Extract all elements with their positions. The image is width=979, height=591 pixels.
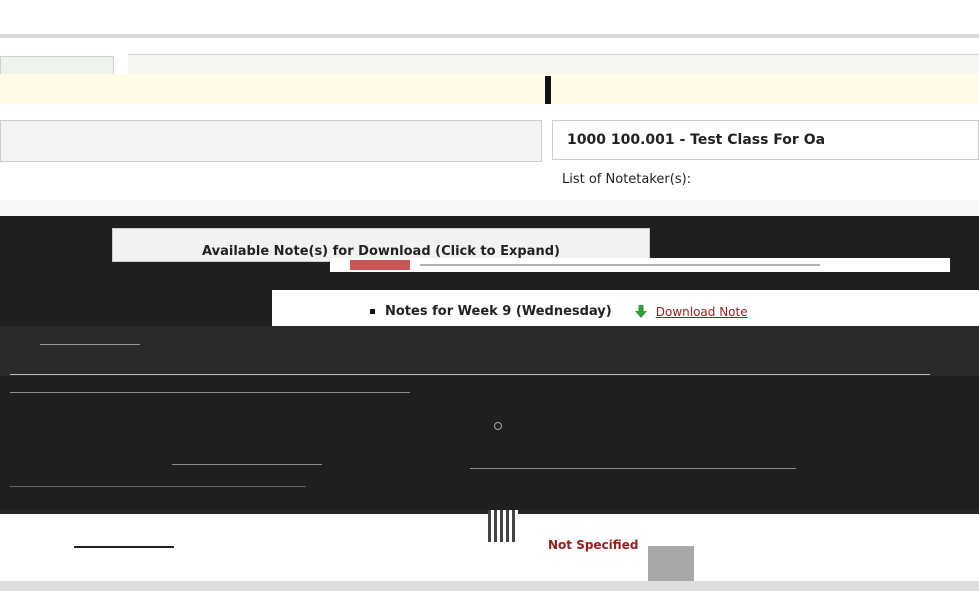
course-left-box xyxy=(0,120,542,162)
garbled-strip xyxy=(0,200,979,216)
divider xyxy=(10,392,410,393)
list-item: Notes for Week 9 (Wednesday) Download No… xyxy=(370,304,748,319)
divider xyxy=(172,464,322,465)
garbled-line xyxy=(40,344,140,345)
top-bar xyxy=(0,0,979,38)
notes-left-stub xyxy=(272,290,330,326)
divider xyxy=(10,486,306,487)
header-row xyxy=(0,38,979,110)
list-item xyxy=(494,422,516,430)
bottom-stripes xyxy=(488,510,518,542)
garbled-row xyxy=(0,326,979,376)
notetaker-label: List of Notetaker(s): xyxy=(562,172,692,187)
notes-expand-panel[interactable]: Available Note(s) for Download (Click to… xyxy=(112,228,650,262)
download-note-link[interactable]: Download Note xyxy=(656,305,748,319)
garbled-bar xyxy=(10,374,930,375)
mid-strip xyxy=(330,258,950,272)
mid-strip-red xyxy=(350,260,410,270)
status-label: Not Specified xyxy=(548,538,639,552)
bullet-icon xyxy=(370,309,375,314)
bottom-band: Not Specified xyxy=(0,510,979,591)
bottom-stub xyxy=(648,546,694,581)
mid-strip-line xyxy=(420,264,820,266)
accommodations-block xyxy=(468,408,516,430)
header-divider xyxy=(545,76,551,104)
bottom-dash xyxy=(74,546,174,548)
note-title: Notes for Week 9 (Wednesday) xyxy=(385,304,612,319)
notes-list: Notes for Week 9 (Wednesday) Download No… xyxy=(272,290,979,326)
circle-bullet-icon xyxy=(494,422,502,430)
bottom-strip xyxy=(0,581,979,591)
header-cream-strip xyxy=(0,74,979,104)
course-title: 1000 100.001 - Test Class For Oa xyxy=(567,132,826,148)
page: 1000 100.001 - Test Class For Oa List of… xyxy=(0,0,979,591)
course-title-box: 1000 100.001 - Test Class For Oa xyxy=(552,120,979,160)
download-arrow-icon[interactable] xyxy=(634,304,648,319)
notes-expand-label: Available Note(s) for Download (Click to… xyxy=(202,244,560,259)
course-row: 1000 100.001 - Test Class For Oa List of… xyxy=(0,110,979,200)
divider xyxy=(470,468,796,469)
